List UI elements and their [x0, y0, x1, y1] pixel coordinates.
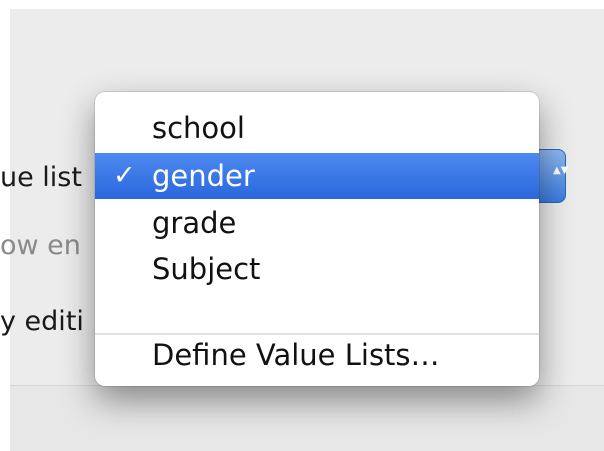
menu-item-label: school — [152, 111, 245, 145]
value-list-dropdown-menu: school ✓ gender grade Subject Define Val… — [95, 92, 539, 386]
menu-item-define-value-lists[interactable]: Define Value Lists… — [95, 332, 539, 378]
checkmark-icon: ✓ — [113, 160, 136, 191]
menu-item-label: gender — [152, 159, 255, 193]
allow-editing-label: y editi — [0, 306, 84, 337]
menu-item-school[interactable]: school — [95, 105, 539, 151]
value-list-label: ue list — [0, 162, 82, 193]
panel-bottom-bar — [10, 386, 604, 451]
menu-item-label: Subject — [152, 252, 261, 286]
screen: ue list ow en y editi ▲▼ school ✓ gender… — [0, 0, 604, 451]
menu-item-label: grade — [152, 206, 237, 240]
menu-item-grade[interactable]: grade — [95, 200, 539, 246]
menu-item-subject[interactable]: Subject — [95, 246, 539, 292]
menu-item-gender[interactable]: ✓ gender — [95, 153, 539, 199]
allow-entry-label: ow en — [0, 230, 81, 261]
up-down-arrows-icon: ▲▼ — [553, 165, 569, 176]
menu-item-label: Define Value Lists… — [152, 338, 440, 372]
